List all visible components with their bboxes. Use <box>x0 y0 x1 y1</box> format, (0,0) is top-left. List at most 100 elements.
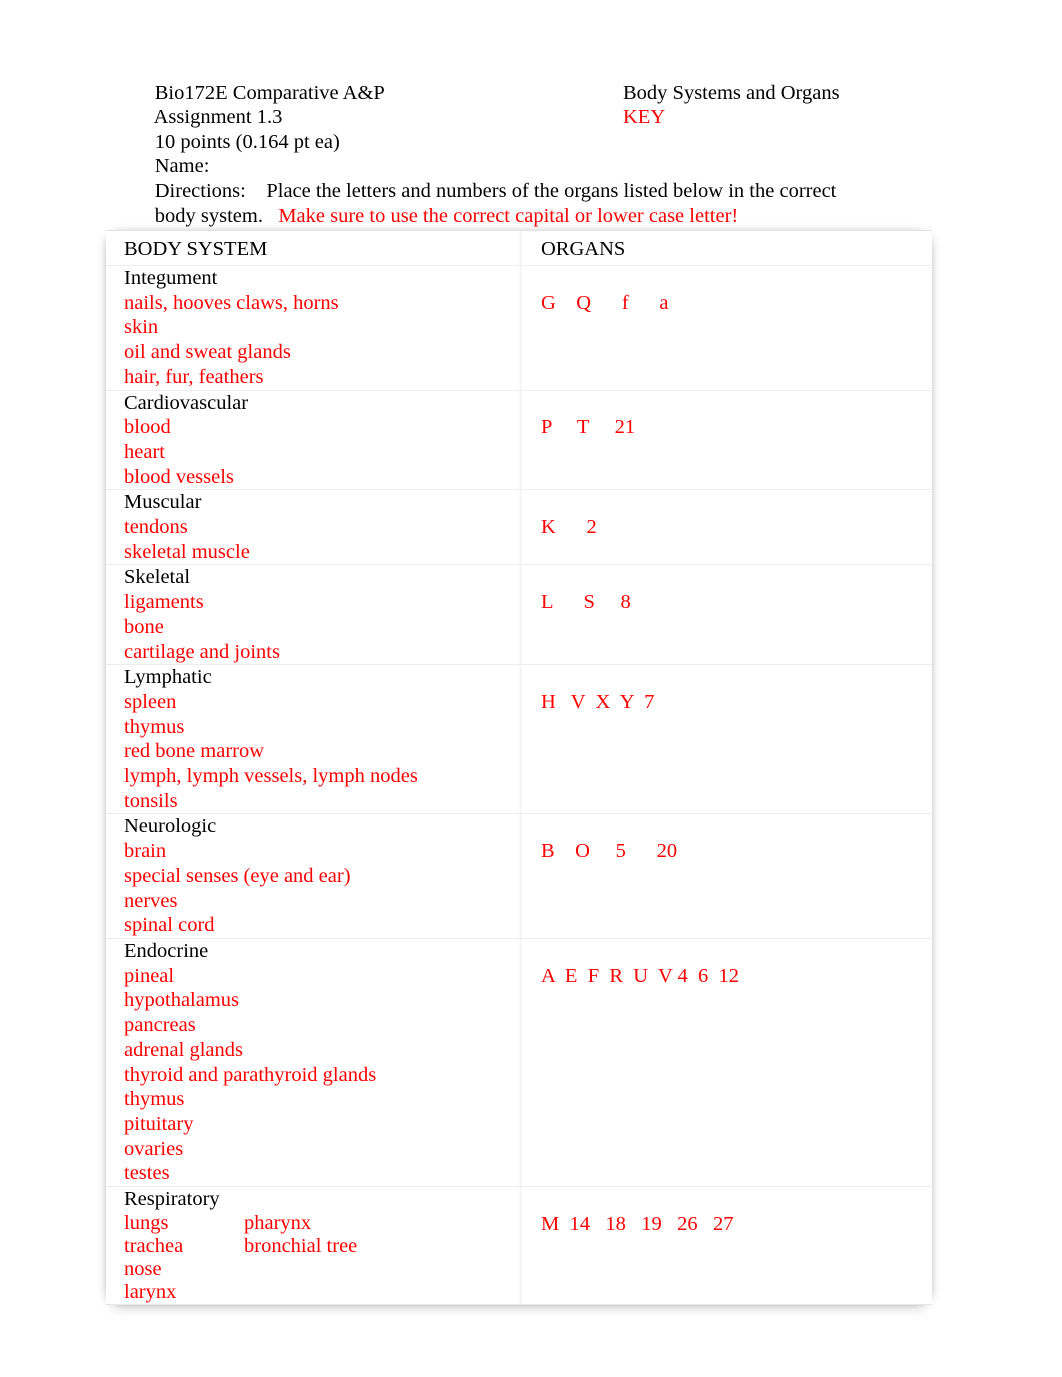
table-row: Skeletal ligaments bone cartilage and jo… <box>106 565 932 666</box>
assignment-subject: Body Systems and Organs <box>623 81 840 104</box>
organ-item: skin <box>124 316 159 339</box>
organ-item: spinal cord <box>124 914 215 937</box>
table-row: Muscular tendons skeletal muscle K 2 <box>106 490 932 566</box>
organ-item: tendons <box>124 516 188 539</box>
organ-item: blood <box>124 416 171 439</box>
organ-item: nose <box>124 1258 519 1281</box>
system-name: Neurologic <box>124 815 217 838</box>
directions-line-1: Directions: Place the letters and number… <box>124 154 934 202</box>
organ-item-primary: trachea <box>124 1234 184 1257</box>
system-cell-neurologic: Neurologic brain special senses (eye and… <box>106 814 519 938</box>
system-cell-respiratory: Respiratory lungs pharynx trachea bronchia… <box>106 1187 519 1304</box>
course-title-line: Bio172E Comparative A&P <box>124 56 934 104</box>
organ-item-primary: nose <box>124 1257 162 1280</box>
table-row: Respiratory lungs pharynx trachea bronchia… <box>106 1187 932 1304</box>
organ-item: skeletal muscle <box>124 540 250 563</box>
answer-codes: K 2 <box>541 516 597 539</box>
organ-item: larynx <box>124 1281 519 1304</box>
answer-codes: L S 8 <box>541 591 631 614</box>
organ-item: spleen <box>124 690 177 713</box>
organ-item: pancreas <box>124 1014 196 1037</box>
organ-item: trachea bronchial tree <box>124 1235 519 1258</box>
answer-cell-neurologic[interactable]: B O 5 20 <box>519 814 932 938</box>
table-header-row: BODY SYSTEM ORGANS <box>106 231 932 266</box>
answer-cell-skeletal[interactable]: L S 8 <box>519 565 932 664</box>
system-cell-muscular: Muscular tendons skeletal muscle <box>106 490 519 564</box>
organ-item: hypothalamus <box>124 989 240 1012</box>
organ-item-secondary: pharynx <box>244 1211 312 1234</box>
directions-note: Make sure to use the correct capital or … <box>278 204 739 227</box>
header-cell-system: BODY SYSTEM <box>106 231 519 265</box>
organ-item: nails, hooves claws, horns <box>124 291 339 314</box>
table-row: Neurologic brain special senses (eye and… <box>106 814 932 939</box>
organ-item: oil and sweat glands <box>124 341 291 364</box>
system-cell-skeletal: Skeletal ligaments bone cartilage and jo… <box>106 565 519 664</box>
table-row: Cardiovascular blood heart blood vessels… <box>106 390 932 491</box>
name-line: Name: <box>124 130 934 177</box>
organ-item: hair, fur, feathers <box>124 365 264 388</box>
system-cell-integument: Integument nails, hooves claws, horns sk… <box>106 266 519 390</box>
directions-line-2: body system. Make sure to use the correc… <box>124 179 934 227</box>
organ-item: thymus <box>124 715 185 738</box>
answer-cell-lymphatic[interactable]: H V X Y 7 <box>519 665 932 813</box>
table-row: Endocrine pineal hypothalamus pancreas a… <box>106 938 932 1188</box>
system-name: Cardiovascular <box>124 391 249 414</box>
answer-cell-cardiovascular[interactable]: P T 21 <box>519 391 932 490</box>
organ-item: brain <box>124 840 167 863</box>
system-name: Lymphatic <box>124 666 212 689</box>
answer-codes: P T 21 <box>541 416 636 439</box>
organ-item: adrenal glands <box>124 1038 243 1061</box>
key-label: KEY <box>623 106 666 129</box>
organ-item: blood vessels <box>124 465 234 488</box>
directions-continued: body system. <box>154 204 263 227</box>
document-header: Bio172E Comparative A&P Assignment 1.3 B… <box>124 56 934 227</box>
system-cell-endocrine: Endocrine pineal hypothalamus pancreas a… <box>106 939 519 1186</box>
organ-item: pineal <box>124 964 175 987</box>
organ-item: special senses (eye and ear) <box>124 864 351 887</box>
document-page: Bio172E Comparative A&P Assignment 1.3 B… <box>0 0 1062 1377</box>
organ-item: ovaries <box>124 1137 184 1160</box>
organ-item-secondary: bronchial tree <box>244 1234 358 1257</box>
system-cell-cardiovascular: Cardiovascular blood heart blood vessels <box>106 391 519 490</box>
organ-item: lungs pharynx <box>124 1212 519 1235</box>
body-systems-table: BODY SYSTEM ORGANS Integument nails, hoo… <box>106 230 932 1305</box>
organ-item: heart <box>124 440 165 463</box>
system-name: Muscular <box>124 491 202 514</box>
answer-codes: M 14 18 19 26 27 <box>541 1212 734 1235</box>
answer-codes: G Q f a <box>541 291 669 314</box>
assignment-line: Assignment 1.3 Body Systems and Organs <box>124 81 934 129</box>
organ-item-primary: larynx <box>124 1280 177 1303</box>
system-name: Respiratory <box>124 1188 220 1211</box>
answer-cell-endocrine[interactable]: A E F R U V 4 6 12 <box>519 939 932 1186</box>
header-cell-organs: ORGANS <box>519 231 932 265</box>
column-header-organs: ORGANS <box>541 238 626 260</box>
organ-item: bone <box>124 615 164 638</box>
organ-item: testes <box>124 1162 170 1185</box>
table-row: Integument nails, hooves claws, horns sk… <box>106 266 932 391</box>
column-header-body-system: BODY SYSTEM <box>124 238 268 260</box>
organ-item: red bone marrow <box>124 740 265 763</box>
system-name: Integument <box>124 267 218 289</box>
answer-cell-respiratory[interactable]: M 14 18 19 26 27 <box>519 1187 932 1304</box>
system-cell-lymphatic: Lymphatic spleen thymus red bone marrow … <box>106 665 519 813</box>
organ-item: thymus <box>124 1088 185 1111</box>
organ-item: nerves <box>124 889 178 912</box>
organ-item-primary: lungs <box>124 1211 169 1234</box>
points-line: 10 points (0.164 pt ea) KEY <box>124 105 934 153</box>
table-row: Lymphatic spleen thymus red bone marrow … <box>106 665 932 815</box>
answer-codes: A E F R U V 4 6 12 <box>541 964 740 987</box>
organ-item: lymph, lymph vessels, lymph nodes <box>124 765 418 788</box>
answer-codes: B O 5 20 <box>541 840 678 863</box>
organ-item: ligaments <box>124 591 204 614</box>
answer-cell-muscular[interactable]: K 2 <box>519 490 932 564</box>
organ-item: pituitary <box>124 1112 194 1135</box>
system-name: Skeletal <box>124 566 191 589</box>
answer-cell-integument[interactable]: G Q f a <box>519 266 932 390</box>
